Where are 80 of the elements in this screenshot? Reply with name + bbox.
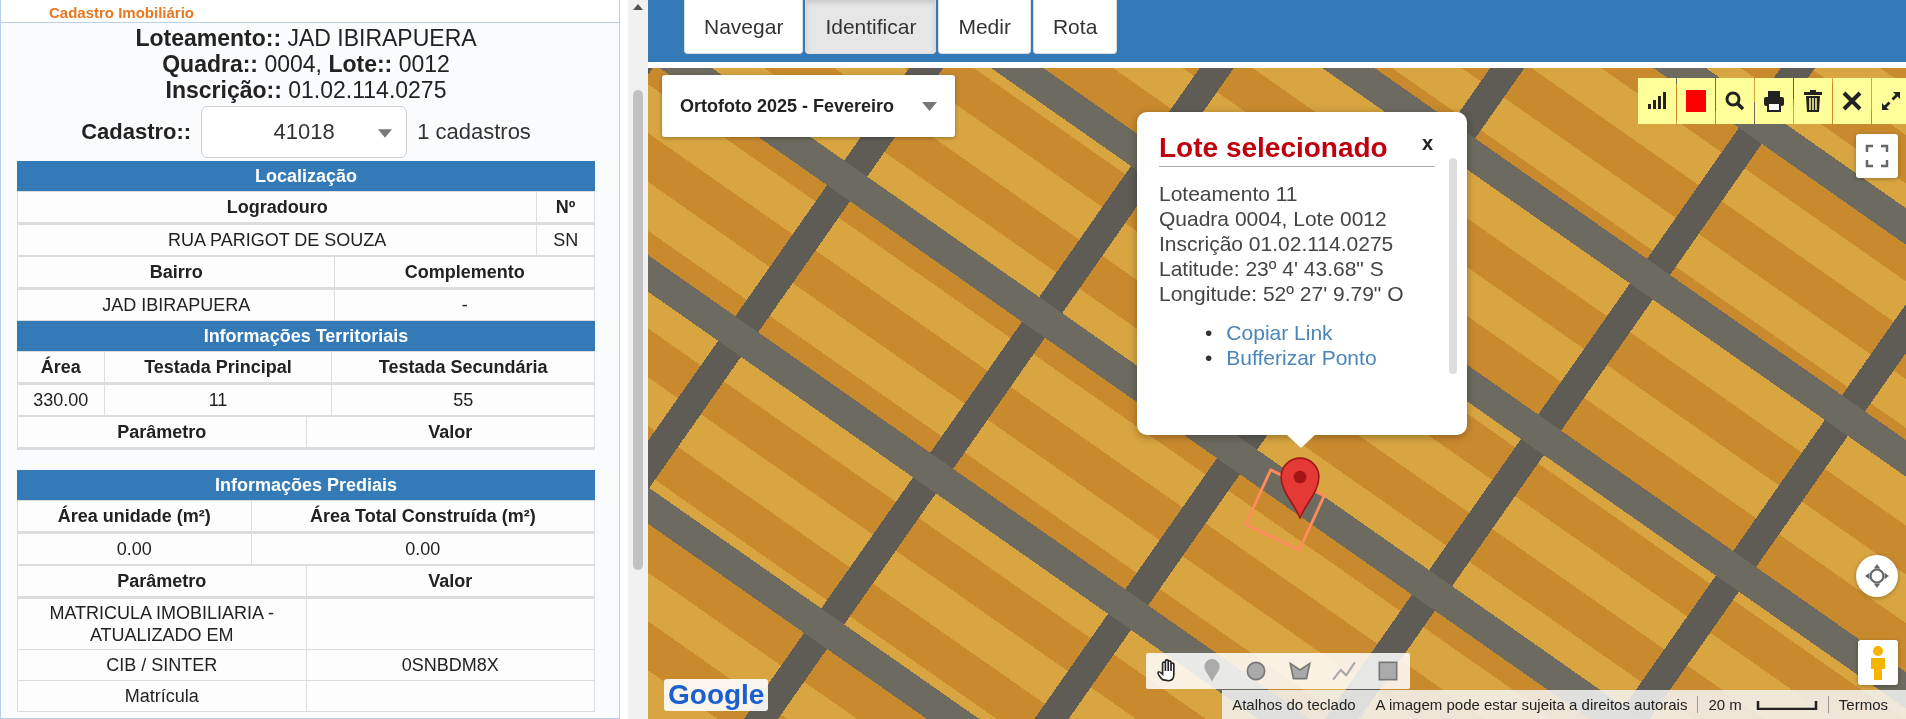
column-header: Testada Principal — [104, 351, 332, 384]
map-logo: Google — [664, 679, 769, 711]
map-tool-button[interactable] — [1833, 78, 1871, 124]
column-header: Área unidade (m²) — [17, 500, 252, 533]
table-cell: 0.00 — [251, 532, 595, 565]
column-header: Nº — [536, 191, 595, 224]
fullscreen-button[interactable] — [1856, 134, 1898, 178]
table-cell: JAD IBIRAPUERA — [17, 288, 335, 321]
scrollbar-thumb[interactable] — [633, 90, 643, 570]
cadastro-label: Cadastro:: — [81, 119, 192, 145]
cadastro-dropdown[interactable]: 41018 — [201, 106, 408, 158]
compass-button[interactable] — [1856, 555, 1898, 597]
fullscreen-icon — [1865, 144, 1889, 168]
color-swatch-icon — [1684, 89, 1708, 113]
toolbar-tab[interactable]: Rota — [1032, 0, 1118, 54]
copyright-notice: A imagem pode estar sujeita a direitos autorais — [1374, 696, 1689, 713]
popup-text: Longitude: 52º 27' 9.79" O — [1159, 281, 1405, 306]
table-cell: CIB / SINTER — [17, 649, 306, 681]
close-icon — [1840, 89, 1864, 113]
column-header: Valor — [306, 565, 595, 598]
map-tool-button[interactable] — [1716, 78, 1754, 124]
section-header: Informações Prediais — [17, 470, 595, 500]
map-tool-button[interactable] — [1755, 78, 1793, 124]
toolbar-tab[interactable]: Identificar — [805, 0, 937, 54]
summary-line: Inscrição:: 01.02.114.0275 — [164, 77, 448, 103]
column-header: Parâmetro — [17, 416, 306, 449]
table-cell: 11 — [104, 383, 332, 416]
terms-link[interactable]: Termos — [1827, 696, 1898, 713]
keyboard-shortcuts-link[interactable]: Atalhos do teclado — [1222, 696, 1366, 713]
summary-line: Loteamento:: JAD IBIRAPUERA — [134, 25, 478, 51]
scroll-up-icon — [633, 4, 643, 10]
popup-link[interactable]: Copiar Link — [1226, 320, 1333, 345]
toolbar-tab[interactable]: Navegar — [684, 0, 804, 54]
column-header: Testada Secundária — [331, 351, 595, 384]
section-header: Localização — [17, 161, 595, 191]
map-tool-button[interactable] — [1872, 78, 1906, 124]
table-cell: RUA PARIGOT DE SOUZA — [17, 223, 537, 256]
printer-icon — [1762, 89, 1786, 113]
table-cell: MATRICULA IMOBILIARIA - ATUALIZADO EM — [17, 597, 306, 650]
bullet-mark: • — [1205, 320, 1213, 345]
close-button[interactable]: x — [1419, 132, 1435, 154]
column-header: Complemento — [334, 256, 595, 289]
caret-icon — [378, 129, 393, 138]
toolbar-tab[interactable]: Medir — [938, 0, 1031, 54]
table-cell: Matrícula — [17, 680, 306, 712]
table-cell: 0.00 — [17, 532, 252, 565]
table-cell: 55 — [331, 383, 595, 416]
table-cell: - — [334, 288, 595, 321]
caret-icon — [922, 102, 937, 111]
map-tool-button[interactable] — [1794, 78, 1832, 124]
summary-line: Quadra:: 0004, Lote:: 0012 — [161, 51, 451, 77]
panel-title: Cadastro Imobiliário — [49, 4, 195, 22]
popup-text: Inscrição 01.02.114.0275 — [1159, 231, 1395, 256]
column-header: Valor — [306, 416, 595, 449]
person-icon — [1868, 644, 1888, 681]
layer-dropdown[interactable]: Ortofoto 2025 - Fevereiro — [662, 75, 955, 137]
scrollbar[interactable] — [628, 0, 648, 719]
compass-icon — [1864, 563, 1890, 589]
table-cell: 330.00 — [17, 383, 105, 416]
bullet-mark: • — [1205, 345, 1213, 370]
trash-icon — [1801, 89, 1825, 113]
map-tool-button[interactable] — [1638, 78, 1676, 124]
section-header: Informações Territoriais — [17, 321, 595, 351]
popup-link[interactable]: Bufferizar Ponto — [1226, 345, 1377, 370]
column-header: Bairro — [17, 256, 335, 289]
column-header: Logradouro — [17, 191, 537, 224]
map-pin-icon — [1279, 456, 1321, 519]
popup-text: Loteamento 11 — [1159, 181, 1299, 206]
popup-text: Quadra 0004, Lote 0012 — [1159, 206, 1388, 231]
expand-icon — [1879, 89, 1903, 113]
column-header: Área — [17, 351, 105, 384]
table-cell: 0SNBDM8X — [306, 649, 595, 681]
popup-title: Lote selecionado — [1159, 132, 1388, 164]
cadastro-count: 1 cadastros — [417, 119, 531, 145]
scale-label: 20 m — [1697, 696, 1752, 713]
column-header: Parâmetro — [17, 565, 306, 598]
column-header: Área Total Construída (m²) — [251, 500, 595, 533]
search-icon — [1723, 89, 1747, 113]
table-cell: SN — [536, 223, 595, 256]
popup-text: Latitude: 23º 4' 43.68" S — [1159, 256, 1385, 281]
